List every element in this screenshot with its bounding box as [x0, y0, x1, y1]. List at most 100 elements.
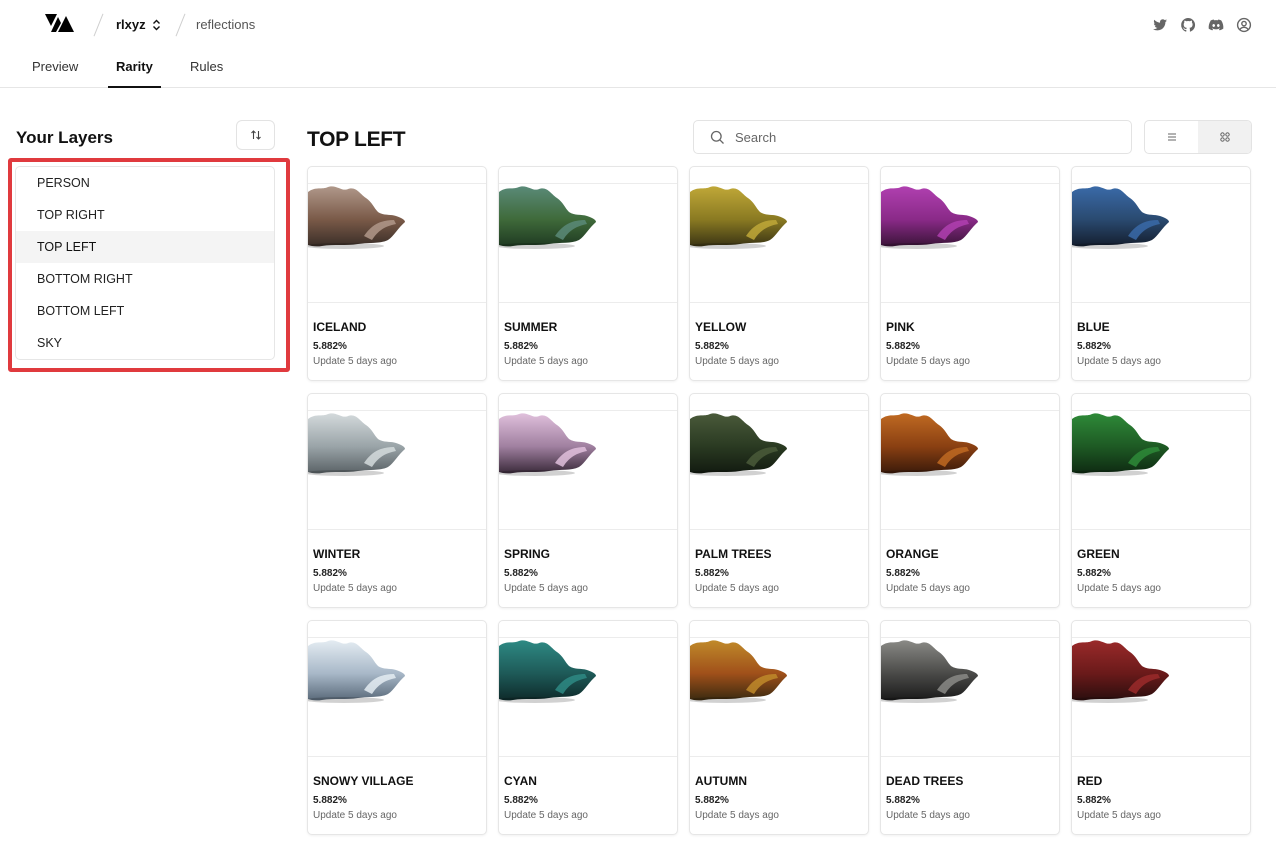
trait-image — [1072, 186, 1169, 249]
logo[interactable] — [38, 13, 74, 33]
tab-rules[interactable]: Rules — [182, 50, 231, 88]
card-header — [881, 394, 1059, 411]
trait-name: DEAD TREES — [886, 774, 964, 788]
tab-preview[interactable]: Preview — [24, 50, 86, 88]
layer-item[interactable]: TOP RIGHT — [16, 199, 274, 231]
search-box — [693, 120, 1132, 154]
collection-name[interactable]: reflections — [196, 17, 255, 32]
trait-updated-time: Update 5 days ago — [695, 583, 779, 594]
trait-card[interactable]: WINTER 5.882% Update 5 days ago — [307, 393, 487, 608]
trait-name: AUTUMN — [695, 774, 747, 788]
trait-name: RED — [1077, 774, 1103, 788]
card-header — [1072, 621, 1250, 638]
trait-card[interactable]: SUMMER 5.882% Update 5 days ago — [498, 166, 678, 381]
card-header — [499, 621, 677, 638]
trait-image-area — [881, 184, 1059, 303]
project-switcher[interactable]: rlxyz — [116, 17, 161, 32]
trait-image-area — [308, 184, 486, 303]
trait-card[interactable]: PINK 5.882% Update 5 days ago — [880, 166, 1060, 381]
trait-image-area — [881, 411, 1059, 530]
trait-card[interactable]: ORANGE 5.882% Update 5 days ago — [880, 393, 1060, 608]
trait-image-area — [881, 638, 1059, 757]
trait-card[interactable]: DEAD TREES 5.882% Update 5 days ago — [880, 620, 1060, 835]
grid-view-button[interactable] — [1198, 121, 1251, 153]
trait-rarity-percent: 5.882% — [1077, 568, 1111, 579]
project-name: rlxyz — [116, 17, 146, 32]
trait-updated-time: Update 5 days ago — [886, 356, 970, 367]
trait-updated-time: Update 5 days ago — [695, 356, 779, 367]
layer-item[interactable]: PERSON — [16, 167, 274, 199]
layer-item[interactable]: BOTTOM LEFT — [16, 295, 274, 327]
trait-image-area — [1072, 638, 1250, 757]
trait-card[interactable]: PALM TREES 5.882% Update 5 days ago — [689, 393, 869, 608]
list-icon — [1167, 133, 1176, 141]
trait-rarity-percent: 5.882% — [504, 568, 538, 579]
trait-card[interactable]: SNOWY VILLAGE 5.882% Update 5 days ago — [307, 620, 487, 835]
trait-updated-time: Update 5 days ago — [1077, 356, 1161, 367]
trait-rarity-percent: 5.882% — [695, 341, 729, 352]
trait-name: WINTER — [313, 547, 361, 561]
card-header — [308, 394, 486, 411]
trait-name: BLUE — [1077, 320, 1110, 334]
user-icon[interactable] — [1236, 17, 1252, 33]
trait-updated-time: Update 5 days ago — [504, 583, 588, 594]
trait-card[interactable]: BLUE 5.882% Update 5 days ago — [1071, 166, 1251, 381]
trait-rarity-percent: 5.882% — [313, 795, 347, 806]
chevron-up-down-icon — [152, 19, 160, 30]
trait-updated-time: Update 5 days ago — [504, 356, 588, 367]
trait-image — [308, 186, 405, 249]
trait-image — [499, 640, 596, 703]
github-icon[interactable] — [1180, 17, 1196, 33]
trait-card[interactable]: GREEN 5.882% Update 5 days ago — [1071, 393, 1251, 608]
trait-name: ORANGE — [886, 547, 939, 561]
card-header — [690, 167, 868, 184]
trait-card[interactable]: YELLOW 5.882% Update 5 days ago — [689, 166, 869, 381]
trait-card[interactable]: CYAN 5.882% Update 5 days ago — [498, 620, 678, 835]
trait-name: CYAN — [504, 774, 537, 788]
sort-layers-button[interactable] — [236, 120, 275, 150]
trait-image — [499, 186, 596, 249]
trait-rarity-percent: 5.882% — [313, 568, 347, 579]
trait-image — [881, 186, 978, 249]
layer-item[interactable]: TOP LEFT — [16, 231, 274, 263]
trait-name: ICELAND — [313, 320, 367, 334]
discord-icon[interactable] — [1208, 17, 1224, 33]
card-header — [499, 394, 677, 411]
trait-image — [308, 413, 405, 476]
layers-title: Your Layers — [16, 128, 114, 147]
trait-card[interactable]: AUTUMN 5.882% Update 5 days ago — [689, 620, 869, 835]
tab-rarity[interactable]: Rarity — [108, 50, 161, 88]
trait-name: SNOWY VILLAGE — [313, 774, 414, 788]
trait-rarity-percent: 5.882% — [695, 568, 729, 579]
sort-icon — [250, 130, 261, 140]
top-bar: rlxyz reflections — [0, 0, 1276, 50]
trait-card[interactable]: RED 5.882% Update 5 days ago — [1071, 620, 1251, 835]
card-header — [308, 621, 486, 638]
trait-rarity-percent: 5.882% — [1077, 795, 1111, 806]
card-header — [499, 167, 677, 184]
card-header — [881, 621, 1059, 638]
layer-item[interactable]: BOTTOM RIGHT — [16, 263, 274, 295]
trait-card[interactable]: SPRING 5.882% Update 5 days ago — [498, 393, 678, 608]
trait-updated-time: Update 5 days ago — [1077, 583, 1161, 594]
trait-name: PALM TREES — [695, 547, 772, 561]
trait-updated-time: Update 5 days ago — [313, 356, 397, 367]
page-title: TOP LEFT — [307, 128, 406, 151]
card-header — [1072, 167, 1250, 184]
trait-card[interactable]: ICELAND 5.882% Update 5 days ago — [307, 166, 487, 381]
list-view-button[interactable] — [1145, 121, 1198, 153]
trait-image — [499, 413, 596, 476]
card-header — [881, 167, 1059, 184]
view-toggle — [1144, 120, 1252, 154]
twitter-icon[interactable] — [1152, 17, 1168, 33]
breadcrumb-separator — [92, 14, 106, 36]
trait-rarity-percent: 5.882% — [313, 341, 347, 352]
trait-image-area — [499, 184, 677, 303]
layer-item[interactable]: SKY — [16, 327, 274, 359]
search-input[interactable] — [735, 129, 1115, 145]
trait-image — [690, 640, 787, 703]
trait-name: PINK — [886, 320, 915, 334]
trait-image-area — [499, 638, 677, 757]
trait-name: SPRING — [504, 547, 551, 561]
trait-name: GREEN — [1077, 547, 1120, 561]
